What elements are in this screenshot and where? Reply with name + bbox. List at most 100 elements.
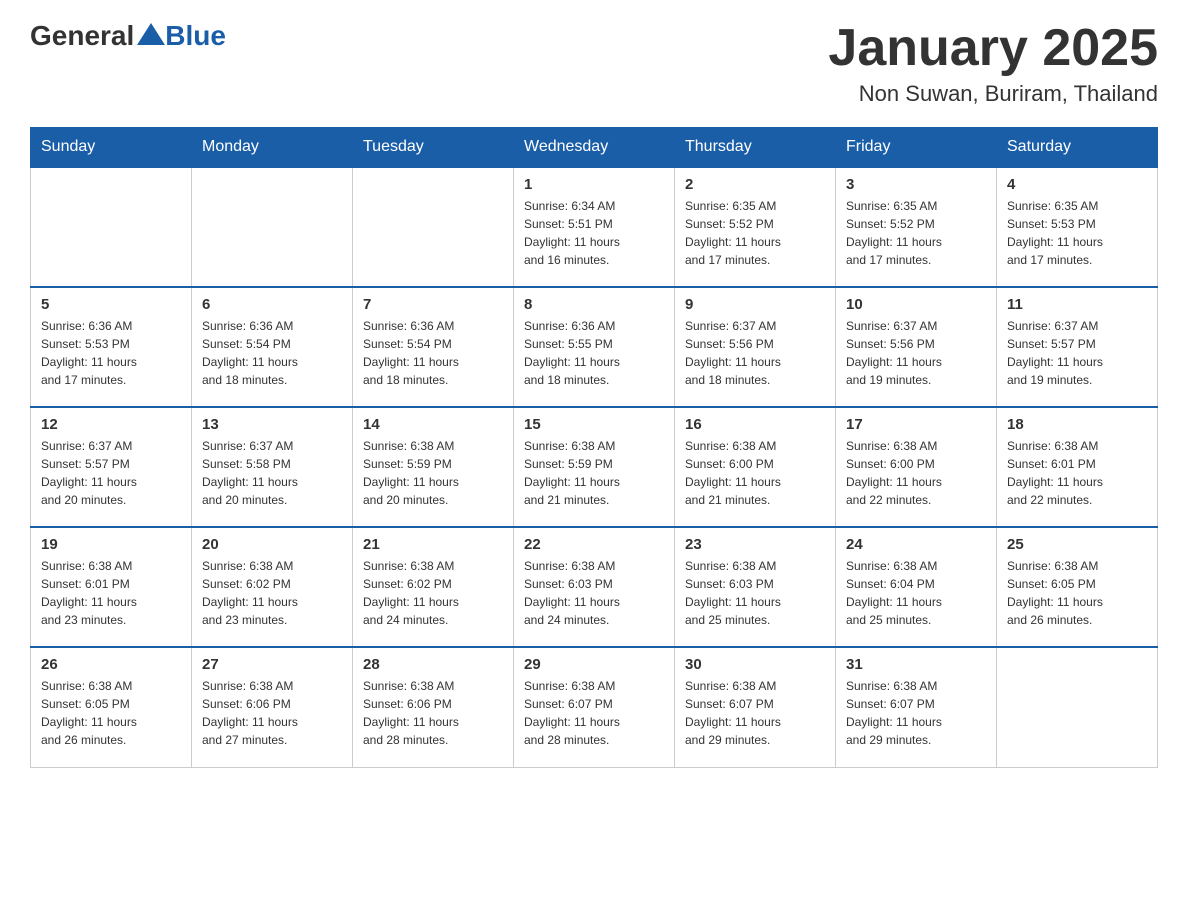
calendar-cell: 9 Sunrise: 6:37 AM Sunset: 5:56 PM Daylig…	[675, 287, 836, 407]
calendar-week-1: 1 Sunrise: 6:34 AM Sunset: 5:51 PM Daylig…	[31, 167, 1158, 287]
day-info: Sunrise: 6:38 AM Sunset: 6:05 PM Dayligh…	[1007, 557, 1147, 629]
day-info: Sunrise: 6:38 AM Sunset: 5:59 PM Dayligh…	[363, 437, 503, 509]
day-number: 30	[685, 656, 825, 673]
calendar-cell: 18 Sunrise: 6:38 AM Sunset: 6:01 PM Dayli…	[997, 407, 1158, 527]
logo: General Blue	[30, 20, 226, 52]
calendar-week-5: 26 Sunrise: 6:38 AM Sunset: 6:05 PM Dayli…	[31, 647, 1158, 767]
day-number: 16	[685, 416, 825, 433]
calendar-cell: 14 Sunrise: 6:38 AM Sunset: 5:59 PM Dayli…	[353, 407, 514, 527]
header-row: SundayMondayTuesdayWednesdayThursdayFrid…	[31, 128, 1158, 168]
calendar-cell: 12 Sunrise: 6:37 AM Sunset: 5:57 PM Dayli…	[31, 407, 192, 527]
calendar-cell: 6 Sunrise: 6:36 AM Sunset: 5:54 PM Daylig…	[192, 287, 353, 407]
calendar-cell: 15 Sunrise: 6:38 AM Sunset: 5:59 PM Dayli…	[514, 407, 675, 527]
calendar-cell: 8Sunrise: 6:36 AM Sunset: 5:55 PM Daylig…	[514, 287, 675, 407]
calendar-cell: 21 Sunrise: 6:38 AM Sunset: 6:02 PM Dayli…	[353, 527, 514, 647]
day-info: Sunrise: 6:35 AM Sunset: 5:52 PM Dayligh…	[846, 197, 986, 269]
day-info: Sunrise: 6:38 AM Sunset: 6:06 PM Dayligh…	[202, 677, 342, 749]
logo-triangle-icon	[137, 23, 165, 45]
day-number: 1	[524, 176, 664, 193]
day-number: 4	[1007, 176, 1147, 193]
day-number: 3	[846, 176, 986, 193]
day-info: Sunrise: 6:38 AM Sunset: 6:04 PM Dayligh…	[846, 557, 986, 629]
calendar-cell: 28Sunrise: 6:38 AM Sunset: 6:06 PM Dayli…	[353, 647, 514, 767]
calendar-header: SundayMondayTuesdayWednesdayThursdayFrid…	[31, 128, 1158, 168]
header-cell-saturday: Saturday	[997, 128, 1158, 168]
day-info: Sunrise: 6:38 AM Sunset: 6:01 PM Dayligh…	[1007, 437, 1147, 509]
header-cell-friday: Friday	[836, 128, 997, 168]
calendar-title: January 2025	[828, 20, 1158, 77]
day-number: 6	[202, 296, 342, 313]
calendar-cell: 19 Sunrise: 6:38 AM Sunset: 6:01 PM Dayli…	[31, 527, 192, 647]
calendar-cell: 22 Sunrise: 6:38 AM Sunset: 6:03 PM Dayli…	[514, 527, 675, 647]
calendar-table: SundayMondayTuesdayWednesdayThursdayFrid…	[30, 127, 1158, 768]
header-cell-thursday: Thursday	[675, 128, 836, 168]
day-info: Sunrise: 6:37 AM Sunset: 5:56 PM Dayligh…	[685, 317, 825, 389]
day-number: 26	[41, 656, 181, 673]
logo-blue-text: Blue	[165, 20, 226, 52]
day-number: 22	[524, 536, 664, 553]
calendar-cell: 30 Sunrise: 6:38 AM Sunset: 6:07 PM Dayli…	[675, 647, 836, 767]
day-info: Sunrise: 6:38 AM Sunset: 6:03 PM Dayligh…	[524, 557, 664, 629]
calendar-cell	[997, 647, 1158, 767]
calendar-cell: 23 Sunrise: 6:38 AM Sunset: 6:03 PM Dayli…	[675, 527, 836, 647]
day-info: Sunrise: 6:38 AM Sunset: 6:02 PM Dayligh…	[363, 557, 503, 629]
day-number: 9	[685, 296, 825, 313]
day-number: 19	[41, 536, 181, 553]
day-info: Sunrise: 6:38 AM Sunset: 6:01 PM Dayligh…	[41, 557, 181, 629]
calendar-week-4: 19 Sunrise: 6:38 AM Sunset: 6:01 PM Dayli…	[31, 527, 1158, 647]
day-number: 24	[846, 536, 986, 553]
day-info: Sunrise: 6:35 AM Sunset: 5:53 PM Dayligh…	[1007, 197, 1147, 269]
day-info: Sunrise: 6:34 AM Sunset: 5:51 PM Dayligh…	[524, 197, 664, 269]
day-number: 2	[685, 176, 825, 193]
day-info: Sunrise: 6:38 AM Sunset: 6:02 PM Dayligh…	[202, 557, 342, 629]
calendar-cell: 3 Sunrise: 6:35 AM Sunset: 5:52 PM Daylig…	[836, 167, 997, 287]
day-info: Sunrise: 6:38 AM Sunset: 6:07 PM Dayligh…	[685, 677, 825, 749]
logo-general-text: General	[30, 20, 134, 52]
calendar-cell: 26 Sunrise: 6:38 AM Sunset: 6:05 PM Dayli…	[31, 647, 192, 767]
header-cell-sunday: Sunday	[31, 128, 192, 168]
day-number: 21	[363, 536, 503, 553]
day-number: 12	[41, 416, 181, 433]
day-number: 10	[846, 296, 986, 313]
calendar-cell	[353, 167, 514, 287]
calendar-cell: 24 Sunrise: 6:38 AM Sunset: 6:04 PM Dayli…	[836, 527, 997, 647]
day-number: 8	[524, 296, 664, 313]
calendar-cell	[31, 167, 192, 287]
calendar-cell: 11Sunrise: 6:37 AM Sunset: 5:57 PM Dayli…	[997, 287, 1158, 407]
calendar-cell: 5 Sunrise: 6:36 AM Sunset: 5:53 PM Daylig…	[31, 287, 192, 407]
calendar-cell: 17Sunrise: 6:38 AM Sunset: 6:00 PM Dayli…	[836, 407, 997, 527]
calendar-cell: 16 Sunrise: 6:38 AM Sunset: 6:00 PM Dayli…	[675, 407, 836, 527]
calendar-cell: 4 Sunrise: 6:35 AM Sunset: 5:53 PM Daylig…	[997, 167, 1158, 287]
day-info: Sunrise: 6:36 AM Sunset: 5:53 PM Dayligh…	[41, 317, 181, 389]
calendar-body: 1 Sunrise: 6:34 AM Sunset: 5:51 PM Daylig…	[31, 167, 1158, 767]
day-info: Sunrise: 6:37 AM Sunset: 5:57 PM Dayligh…	[41, 437, 181, 509]
calendar-cell: 2Sunrise: 6:35 AM Sunset: 5:52 PM Daylig…	[675, 167, 836, 287]
day-number: 14	[363, 416, 503, 433]
day-number: 23	[685, 536, 825, 553]
calendar-week-3: 12 Sunrise: 6:37 AM Sunset: 5:57 PM Dayli…	[31, 407, 1158, 527]
calendar-cell: 7Sunrise: 6:36 AM Sunset: 5:54 PM Daylig…	[353, 287, 514, 407]
calendar-cell: 13Sunrise: 6:37 AM Sunset: 5:58 PM Dayli…	[192, 407, 353, 527]
day-number: 18	[1007, 416, 1147, 433]
day-info: Sunrise: 6:38 AM Sunset: 5:59 PM Dayligh…	[524, 437, 664, 509]
title-section: January 2025 Non Suwan, Buriram, Thailan…	[828, 20, 1158, 107]
day-info: Sunrise: 6:38 AM Sunset: 6:07 PM Dayligh…	[846, 677, 986, 749]
calendar-cell	[192, 167, 353, 287]
day-number: 29	[524, 656, 664, 673]
calendar-cell: 29Sunrise: 6:38 AM Sunset: 6:07 PM Dayli…	[514, 647, 675, 767]
day-info: Sunrise: 6:38 AM Sunset: 6:05 PM Dayligh…	[41, 677, 181, 749]
day-info: Sunrise: 6:38 AM Sunset: 6:00 PM Dayligh…	[685, 437, 825, 509]
header-cell-wednesday: Wednesday	[514, 128, 675, 168]
day-info: Sunrise: 6:36 AM Sunset: 5:54 PM Dayligh…	[202, 317, 342, 389]
day-number: 5	[41, 296, 181, 313]
day-number: 31	[846, 656, 986, 673]
day-number: 15	[524, 416, 664, 433]
day-number: 28	[363, 656, 503, 673]
day-number: 20	[202, 536, 342, 553]
header-cell-tuesday: Tuesday	[353, 128, 514, 168]
day-info: Sunrise: 6:36 AM Sunset: 5:54 PM Dayligh…	[363, 317, 503, 389]
day-info: Sunrise: 6:38 AM Sunset: 6:00 PM Dayligh…	[846, 437, 986, 509]
day-info: Sunrise: 6:38 AM Sunset: 6:03 PM Dayligh…	[685, 557, 825, 629]
calendar-cell: 10Sunrise: 6:37 AM Sunset: 5:56 PM Dayli…	[836, 287, 997, 407]
page-header: General Blue January 2025 Non Suwan, Bur…	[30, 20, 1158, 107]
